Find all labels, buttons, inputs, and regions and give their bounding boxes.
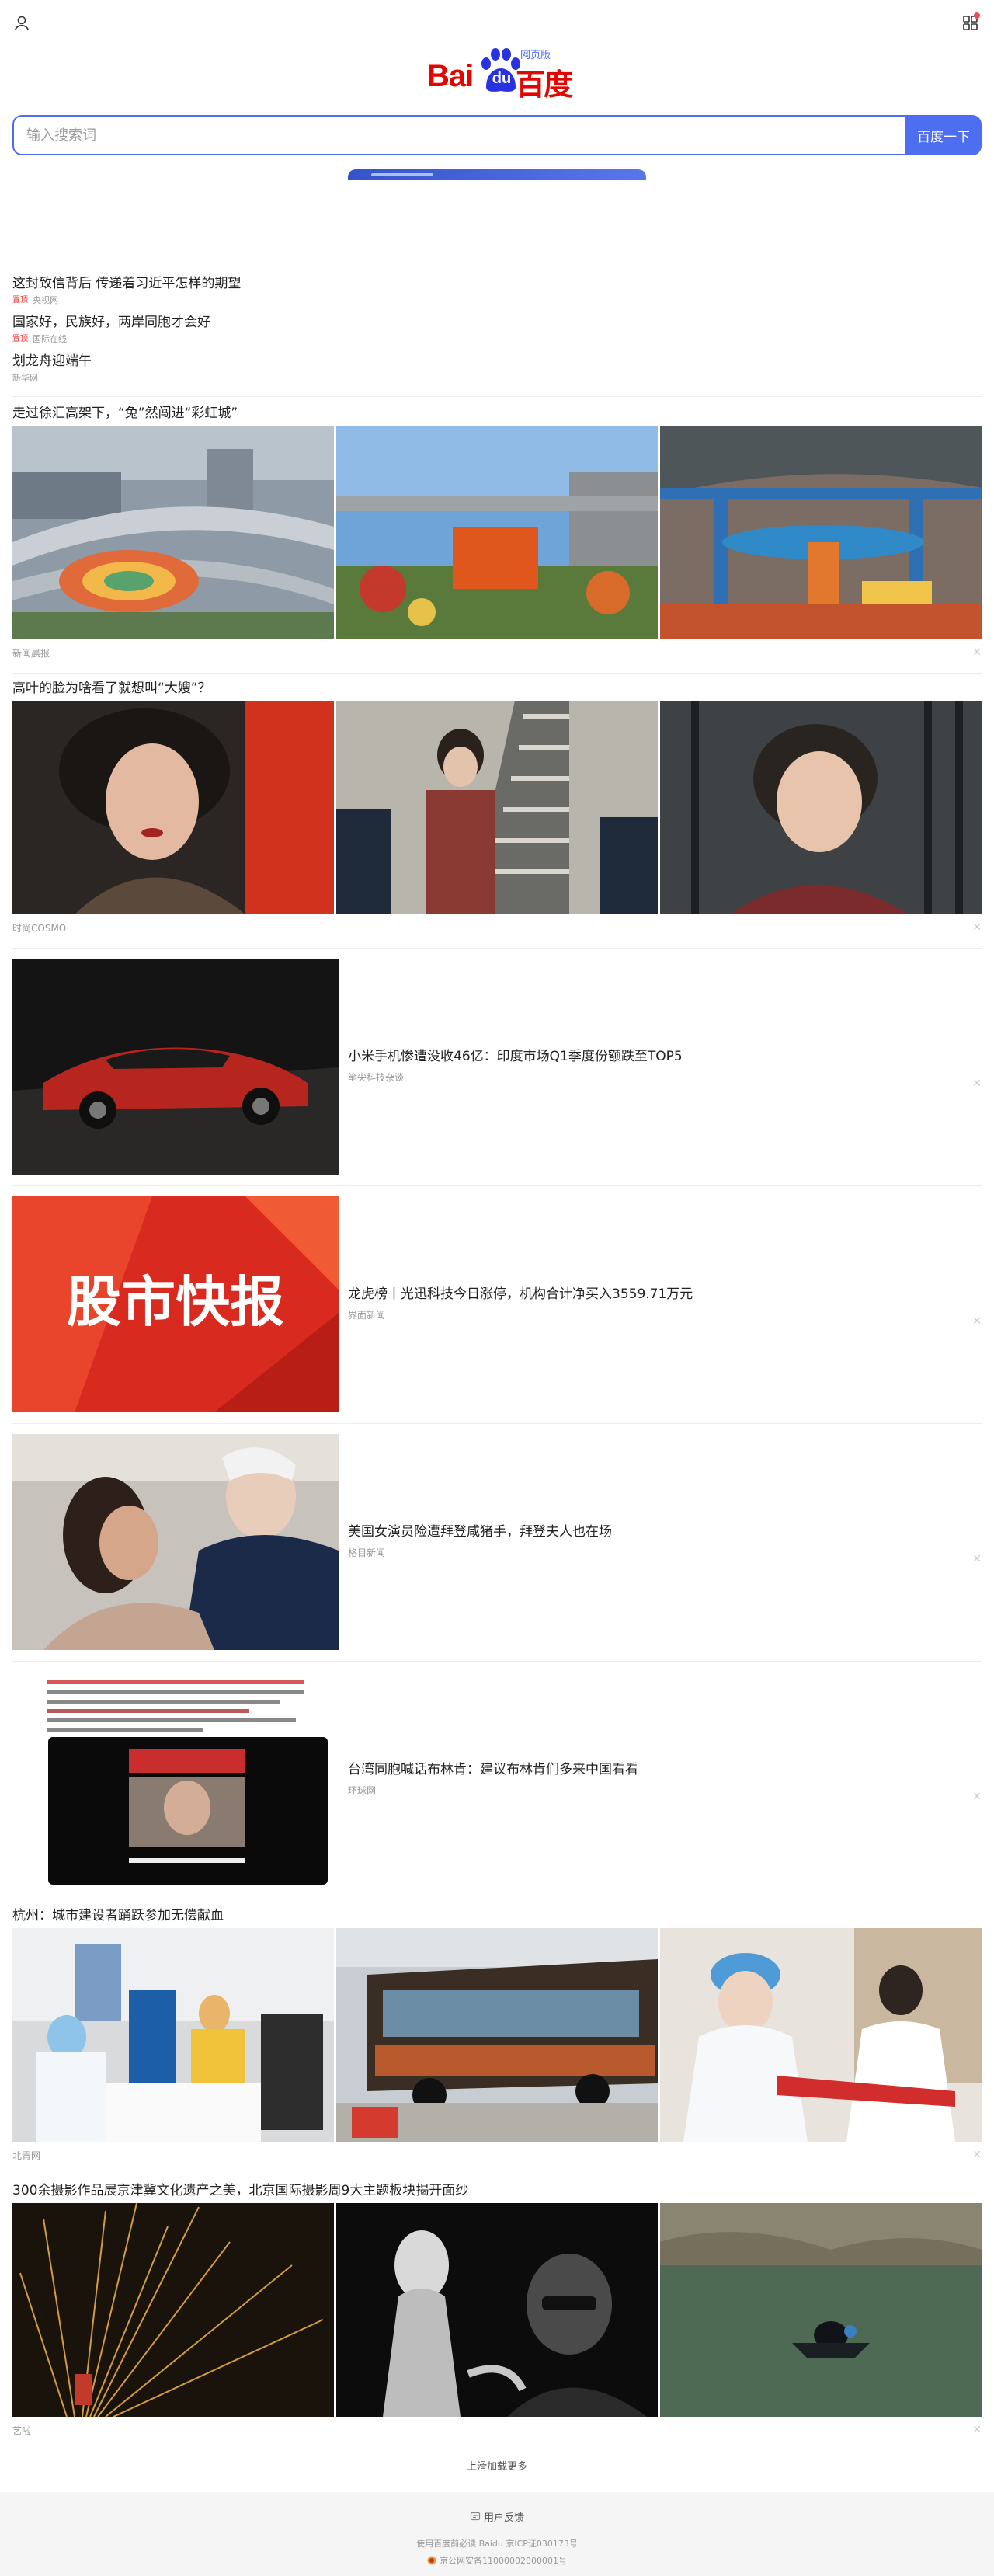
workers-blood-drive-photo[interactable]: [12, 1928, 334, 2142]
hot-news-source: 国际在线: [33, 334, 67, 344]
hot-news-item[interactable]: 国家好，民族好，两岸同胞才会好 置顶 国际在线: [12, 312, 982, 351]
hot-news-title[interactable]: 这封致信背后 传递着习近平怎样的期望: [12, 273, 982, 294]
footer: 用户反馈 使用百度前必读 Baidu 京ICP证030173号 京公网安备110…: [0, 2492, 994, 2576]
actress-portrait-photo[interactable]: [12, 701, 334, 914]
close-icon[interactable]: ✕: [972, 1077, 982, 1090]
footer-legal-line[interactable]: 使用百度前必读 Baidu 京ICP证030173号: [0, 2537, 994, 2550]
news-card[interactable]: 300余摄影作品展京津冀文化遗产之美，北京国际摄影周9大主题板块揭开面纱 艺啦 ✕: [12, 2178, 982, 2443]
news-card-title[interactable]: 杭州：城市建设者踊跃参加无偿献血: [12, 1903, 982, 1928]
pinned-tag: 置顶: [12, 335, 28, 343]
divider: [12, 1185, 982, 1186]
news-card-source: 环球网: [348, 1785, 377, 1796]
news-card-source: 格目新闻: [348, 1547, 386, 1558]
red-sports-car-photo[interactable]: [12, 959, 339, 1175]
news-card-source: 时尚COSMO: [12, 922, 67, 934]
search-button[interactable]: 百度一下: [905, 115, 982, 155]
close-icon[interactable]: ✕: [972, 921, 982, 934]
stock-news-poster-photo[interactable]: 股市快报: [12, 1196, 339, 1412]
promo-banner-stripe: [371, 173, 433, 176]
logo-bai-text: Bai: [427, 59, 474, 93]
divider: [12, 1423, 982, 1424]
divider: [12, 673, 982, 674]
divider: [12, 948, 982, 949]
news-card-title[interactable]: 龙虎榜丨光迅科技今日涨停，机构合计净买入3559.71万元: [348, 1285, 954, 1304]
news-card-title[interactable]: 美国女演员险遭拜登咸猪手，拜登夫人也在场: [348, 1523, 954, 1541]
news-card-source: 新闻晨报: [12, 647, 50, 659]
hot-news-item[interactable]: 划龙舟迎端午 新华网: [12, 351, 982, 390]
xuhui-sign-garden-photo[interactable]: [336, 426, 658, 639]
close-icon[interactable]: ✕: [972, 646, 982, 659]
promo-banner[interactable]: [348, 169, 646, 180]
search-bar: 百度一下: [12, 115, 982, 155]
top-bar: [0, 0, 994, 47]
news-card-source: 北青网: [12, 2150, 41, 2161]
news-card-source: 界面新闻: [348, 1310, 386, 1321]
news-card-title[interactable]: 走过徐汇高架下，“兔”然闯进“彩虹城”: [12, 401, 982, 426]
hot-news-title[interactable]: 划龙舟迎端午: [12, 351, 982, 371]
feedback-link[interactable]: 用户反馈: [0, 2509, 994, 2524]
close-icon[interactable]: ✕: [972, 1552, 982, 1565]
news-card-title[interactable]: 300余摄影作品展京津冀文化遗产之美，北京国际摄影周9大主题板块揭开面纱: [12, 2178, 982, 2203]
iron-sparks-fireworks-photo[interactable]: [12, 2203, 334, 2417]
svg-text:股市快报: 股市快报: [67, 1270, 284, 1334]
close-icon[interactable]: ✕: [972, 1790, 982, 1803]
hot-news-source: 央视网: [33, 295, 58, 305]
logo-cn-text: 百度: [516, 68, 573, 102]
news-card-title[interactable]: 台湾同胞喊话布林肯：建议布林肯们多来中国看看: [348, 1760, 954, 1779]
police-badge-icon: [427, 2556, 436, 2565]
overpass-rainbow-park-photo[interactable]: [12, 426, 334, 639]
pinned-tag: 置顶: [12, 296, 28, 305]
police-record-text[interactable]: 京公网安备11000002000001号: [440, 2556, 567, 2566]
diver-underwater-ruins-photo[interactable]: [660, 2203, 982, 2417]
notification-dot: [974, 12, 980, 19]
close-icon[interactable]: ✕: [972, 2149, 982, 2161]
sculpture-photographer-photo[interactable]: [336, 2203, 658, 2417]
news-card-source: 艺啦: [12, 2425, 32, 2436]
load-more-hint[interactable]: 上滑加载更多: [0, 2458, 994, 2473]
blood-donation-bus-photo[interactable]: [336, 1928, 658, 2142]
news-card[interactable]: 台湾同胞喊话布林肯：建议布林肯们多来中国看看 环球网 ✕: [12, 1672, 982, 1888]
logo-subtitle: 网页版: [520, 49, 551, 61]
news-card-images[interactable]: [12, 701, 982, 914]
actress-smiling-photo[interactable]: [660, 701, 982, 914]
news-card[interactable]: 杭州：城市建设者踊跃参加无偿献血 北青网 ✕: [12, 1903, 982, 2168]
news-card[interactable]: 走过徐汇高架下，“兔”然闯进“彩虹城” 新闻晨报 ✕: [12, 401, 982, 666]
close-icon[interactable]: ✕: [972, 2424, 982, 2436]
news-card[interactable]: 美国女演员险遭拜登咸猪手，拜登夫人也在场 格目新闻 ✕: [12, 1434, 982, 1650]
news-card[interactable]: 高叶的脸为啥看了就想叫“大嫂”？ 时尚COSMO ✕: [12, 676, 982, 941]
divider: [12, 1661, 982, 1662]
feedback-icon: [470, 2512, 481, 2521]
footer-police-line[interactable]: 京公网安备11000002000001号: [0, 2554, 994, 2567]
nurse-drawing-blood-photo[interactable]: [660, 1928, 982, 2142]
user-icon[interactable]: [12, 14, 31, 33]
news-card-title[interactable]: 高叶的脸为啥看了就想叫“大嫂”？: [12, 676, 982, 701]
search-input[interactable]: [12, 115, 905, 155]
video-screenshot-news-photo[interactable]: [12, 1672, 339, 1888]
news-card-images[interactable]: [12, 2203, 982, 2417]
news-card-images[interactable]: [12, 1928, 982, 2142]
hot-news-source: 新华网: [12, 373, 38, 383]
divider: [12, 396, 982, 397]
news-card[interactable]: 股市快报 龙虎榜丨光迅科技今日涨停，机构合计净买入3559.71万元 界面新闻 …: [12, 1196, 982, 1412]
baidu-logo[interactable]: Bai du 百度 网页版: [419, 44, 575, 102]
news-card-images[interactable]: [12, 426, 982, 639]
hot-news-list: 这封致信背后 传递着习近平怎样的期望 置顶 央视网 国家好，民族好，两岸同胞才会好…: [12, 273, 982, 390]
close-icon[interactable]: ✕: [972, 1314, 982, 1328]
news-card-title[interactable]: 小米手机惨遭没收46亿：印度市场Q1季度份额跌至TOP5: [348, 1047, 954, 1066]
feedback-label[interactable]: 用户反馈: [484, 2512, 524, 2524]
actress-stairs-photo[interactable]: [336, 701, 658, 914]
news-card[interactable]: 小米手机惨遭没收46亿：印度市场Q1季度份额跌至TOP5 笔尖科技杂谈 ✕: [12, 959, 982, 1175]
apps-icon[interactable]: [960, 12, 982, 34]
hot-news-item[interactable]: 这封致信背后 传递着习近平怎样的期望 置顶 央视网: [12, 273, 982, 312]
logo-du-text: du: [492, 70, 512, 87]
rainbow-playground-photo[interactable]: [660, 426, 982, 639]
biden-embrace-photo[interactable]: [12, 1434, 339, 1650]
news-card-source: 笔尖科技杂谈: [348, 1072, 405, 1083]
hot-news-title[interactable]: 国家好，民族好，两岸同胞才会好: [12, 312, 982, 332]
